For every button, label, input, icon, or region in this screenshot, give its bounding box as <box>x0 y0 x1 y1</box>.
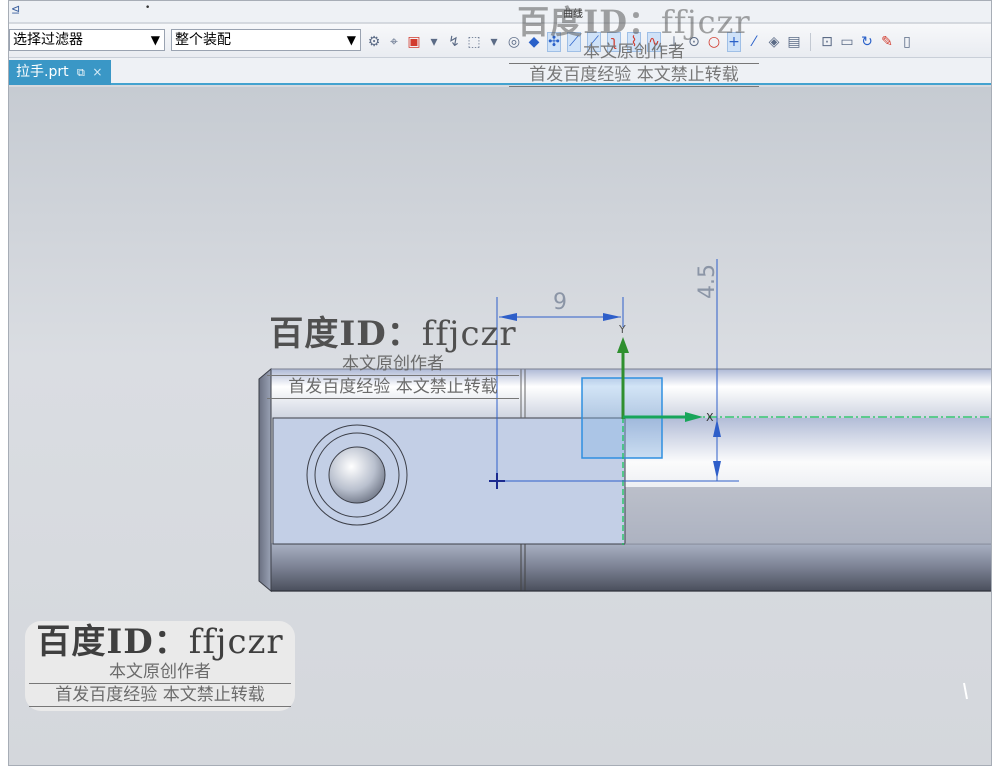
watermark-line1: 本文原创作者 <box>267 353 519 376</box>
watermark-user-id: ffjczr <box>188 622 284 662</box>
watermark-line1: 本文原创作者 <box>29 661 291 684</box>
assembly-scope-combo[interactable]: 整个装配 ▼ <box>171 29 361 51</box>
watermark-middle: 百度ID：ffjczr 本文原创作者 首发百度经验 本文禁止转载 <box>267 315 519 399</box>
dimension-arrow <box>603 313 621 321</box>
view-window-icon[interactable]: ▭ <box>840 33 854 51</box>
counterbore-hole <box>328 446 386 504</box>
selection-filter-value: 选择过滤器 <box>13 32 83 48</box>
handle-lower-cylinder <box>271 543 991 591</box>
edit-icon[interactable]: ✎ <box>880 33 894 51</box>
watermark-user-id: ffjczr <box>421 314 517 354</box>
add-selection-icon[interactable]: ▣ <box>407 33 421 51</box>
handle-end-chamfer <box>258 367 272 593</box>
document-tab-bar: 拉手.prt ⧉ × <box>9 58 991 85</box>
bounded-icon[interactable]: ▤ <box>787 33 801 51</box>
watermark-line2: 首发百度经验 本文禁止转载 <box>29 684 291 707</box>
selection-toolbar: 选择过滤器 ▼ 整个装配 ▼ ⚙ ⌖ ▣ ▾ ↯ ⬚ ▾ ◎ ◆ ✣ ⟋ ⟋ ʅ… <box>9 24 991 58</box>
chevron-down-icon: ▼ <box>346 33 356 47</box>
watermark-line2: 首发百度经验 本文禁止转载 <box>267 376 519 399</box>
watermark-brand-line: 百度ID：ffjczr <box>509 3 759 41</box>
watermark-brand-line: 百度ID：ffjczr <box>29 623 291 661</box>
y-axis-arrow <box>617 337 629 353</box>
watermark-brand: 百度ID： <box>269 314 422 354</box>
watermark-bottom: 百度ID：ffjczr 本文原创作者 首发百度经验 本文禁止转载 <box>25 621 295 711</box>
watermark-brand: 百度ID： <box>517 3 662 41</box>
watermark-user-id: ffjczr <box>661 3 751 41</box>
handle-right-shade <box>623 487 991 545</box>
watermark-brand-line: 百度ID：ffjczr <box>267 315 519 353</box>
more-icon[interactable]: ▯ <box>900 33 914 51</box>
watermark-brand: 百度ID： <box>36 622 189 662</box>
nx-application-window: ⊴ • 曲线 选择过滤器 ▼ 整个装配 ▼ ⚙ ⌖ ▣ ▾ ↯ ⬚ ▾ ◎ ◆ … <box>8 0 992 766</box>
face-icon[interactable]: ◈ <box>767 33 781 51</box>
selection-filter-combo[interactable]: 选择过滤器 ▼ <box>9 29 165 51</box>
select-icon[interactable]: ⌖ <box>387 33 401 51</box>
chevron-down-icon: ▼ <box>150 33 160 47</box>
tab-document[interactable]: 拉手.prt ⧉ × <box>9 60 111 85</box>
chevron-down-icon[interactable]: ▾ <box>487 33 501 51</box>
dimension-value[interactable]: 4.5 <box>695 264 720 299</box>
toolbar-separator <box>810 33 811 51</box>
dimension-value[interactable]: 9 <box>553 290 567 315</box>
cursor-mark <box>963 682 968 700</box>
view-fit-icon[interactable]: ⊡ <box>820 33 834 51</box>
lasso-icon[interactable]: ↯ <box>447 33 461 51</box>
assembly-scope-value: 整个装配 <box>175 32 231 48</box>
y-axis-label: Y <box>618 323 626 336</box>
pin-icon[interactable]: ⧉ <box>77 66 85 79</box>
watermark-top: 百度ID：ffjczr 本文原创作者 首发百度经验 本文禁止转载 <box>509 3 759 87</box>
rotate-icon[interactable]: ↻ <box>860 33 874 51</box>
chevron-down-icon[interactable]: ▾ <box>427 33 441 51</box>
filter-icon[interactable]: ⚙ <box>367 33 381 51</box>
top-selector-label: ⊴ <box>11 3 21 16</box>
x-axis-label: X <box>706 411 714 424</box>
close-icon[interactable]: × <box>92 65 102 79</box>
watermark-line2: 首发百度经验 本文禁止转载 <box>509 64 759 87</box>
watermark-line1: 本文原创作者 <box>509 41 759 64</box>
tab-document-label: 拉手.prt <box>16 64 69 80</box>
chevron-down-icon: • <box>145 3 151 13</box>
box-select-icon[interactable]: ⬚ <box>467 33 481 51</box>
top-strip: ⊴ • 曲线 <box>9 1 991 23</box>
top-selector[interactable]: ⊴ • <box>9 3 159 19</box>
